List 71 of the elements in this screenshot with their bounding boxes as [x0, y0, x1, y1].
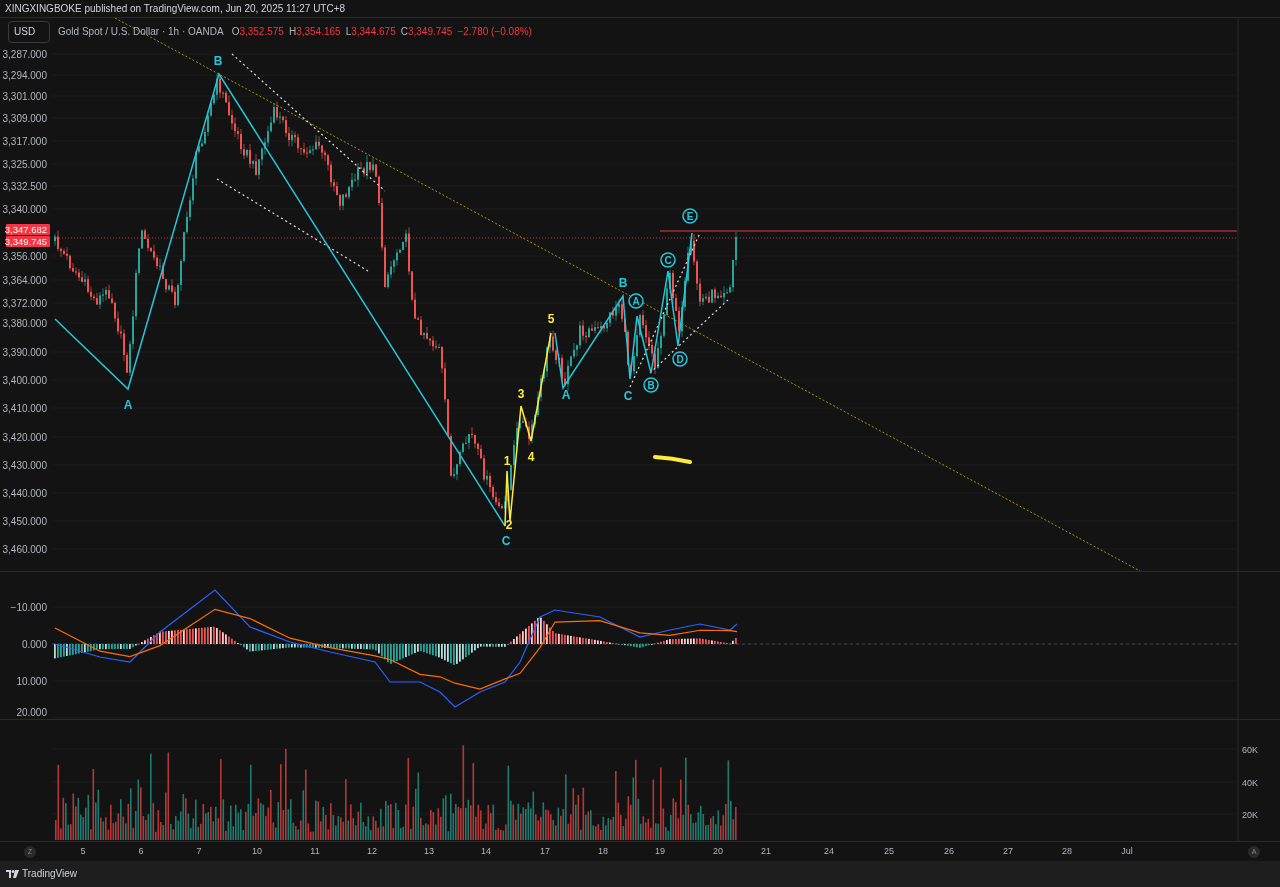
- wave-label: D: [672, 350, 688, 367]
- price-axis-label: 3,390.000: [2, 346, 47, 358]
- ohlc-value: O3,352.575: [231, 25, 284, 40]
- time-axis-label: 11: [310, 844, 320, 858]
- wave-label: B: [213, 53, 223, 68]
- time-axis-label: 6: [138, 844, 144, 858]
- publish-info: XINGXINGBOKE published on TradingView.com, Jun 20, 2025 11:27 UTC+8: [5, 1, 346, 16]
- price-axis-label: 3,317.000: [2, 135, 47, 147]
- price-axis-label: 3,340.000: [2, 203, 47, 215]
- time-axis-label: 12: [367, 844, 377, 858]
- price-axis-label: 3,325.000: [2, 158, 47, 170]
- time-axis-label: 28: [1062, 844, 1072, 858]
- macd-axis-label: 10.000: [16, 675, 47, 687]
- price-axis-label: 3,420.000: [2, 431, 47, 443]
- wave-label: 1: [503, 453, 511, 468]
- volume-axis-label: 40K: [1242, 777, 1258, 788]
- wave-label: B: [618, 275, 628, 290]
- price-axis-label: 3,332.500: [2, 180, 47, 192]
- time-axis-label: 27: [1003, 844, 1013, 858]
- time-axis-label: 14: [481, 844, 491, 858]
- wave-label: A: [561, 387, 571, 402]
- price-axis-label: 3,380.000: [2, 317, 47, 329]
- brand-name: TradingView: [22, 867, 78, 882]
- time-axis-label: 7: [196, 844, 202, 858]
- wave-label: A: [628, 292, 644, 309]
- time-axis-label: 25: [884, 844, 894, 858]
- price-axis-label: 3,400.000: [2, 374, 47, 386]
- volume-axis-label: 60K: [1242, 744, 1258, 755]
- time-axis-label: 13: [424, 844, 434, 858]
- wave-label: C: [501, 533, 511, 548]
- wave-label: 3: [517, 386, 525, 401]
- time-axis-label: 24: [824, 844, 834, 858]
- currency-button[interactable]: USD: [8, 20, 50, 43]
- time-axis-label: 19: [655, 844, 665, 858]
- price-change: −2.780 (−0.08%): [457, 25, 532, 40]
- wave-label: C: [623, 388, 633, 403]
- time-axis-label: 5: [80, 844, 86, 858]
- ohlc-value: C3,349.745: [400, 25, 453, 40]
- wave-label: 5: [547, 311, 555, 326]
- macd-axis-label: 20.000: [16, 706, 47, 718]
- price-axis-label: 3,287.000: [2, 48, 47, 60]
- wave-label: 2: [505, 517, 513, 532]
- price-axis-label: 3,410.000: [2, 402, 47, 414]
- macd-axis-label: −10.000: [10, 601, 47, 613]
- symbol-title: Gold Spot / U.S. Dollar · 1h · OANDA: [58, 25, 224, 40]
- price-axis-label: 3,440.000: [2, 487, 47, 499]
- wave-label: E: [682, 207, 698, 224]
- price-axis-label: 3,301.000: [2, 90, 47, 102]
- ohlc-value: H3,354.165: [288, 25, 341, 40]
- price-axis-label: 3,430.000: [2, 459, 47, 471]
- time-axis-label: 20: [713, 844, 723, 858]
- price-axis-label: 3,356.000: [2, 250, 47, 262]
- wave-label: C: [660, 251, 676, 268]
- volume-axis-label: 20K: [1242, 809, 1258, 820]
- macd-axis-label: 0.000: [21, 638, 47, 650]
- time-axis-label: 18: [598, 844, 608, 858]
- price-axis-label: 3,450.000: [2, 515, 47, 527]
- price-axis-label: 3,372.000: [2, 297, 47, 309]
- wave-label: B: [643, 376, 659, 393]
- price-axis-label: 3,294.000: [2, 69, 47, 81]
- wave-label: A: [123, 397, 133, 412]
- time-axis-label: 26: [944, 844, 954, 858]
- time-axis-label: 21: [761, 844, 771, 858]
- price-axis-label: 3,364.000: [2, 274, 47, 286]
- wave-label: 4: [527, 449, 535, 464]
- time-axis-label: Jul: [1121, 844, 1133, 858]
- price-axis-label: 3,460.000: [2, 543, 47, 555]
- ohlc-value: L3,344.675: [345, 25, 396, 40]
- price-axis-label: 3,309.000: [2, 112, 47, 124]
- time-axis-label: 17: [540, 844, 550, 858]
- time-axis-label: 10: [252, 844, 262, 858]
